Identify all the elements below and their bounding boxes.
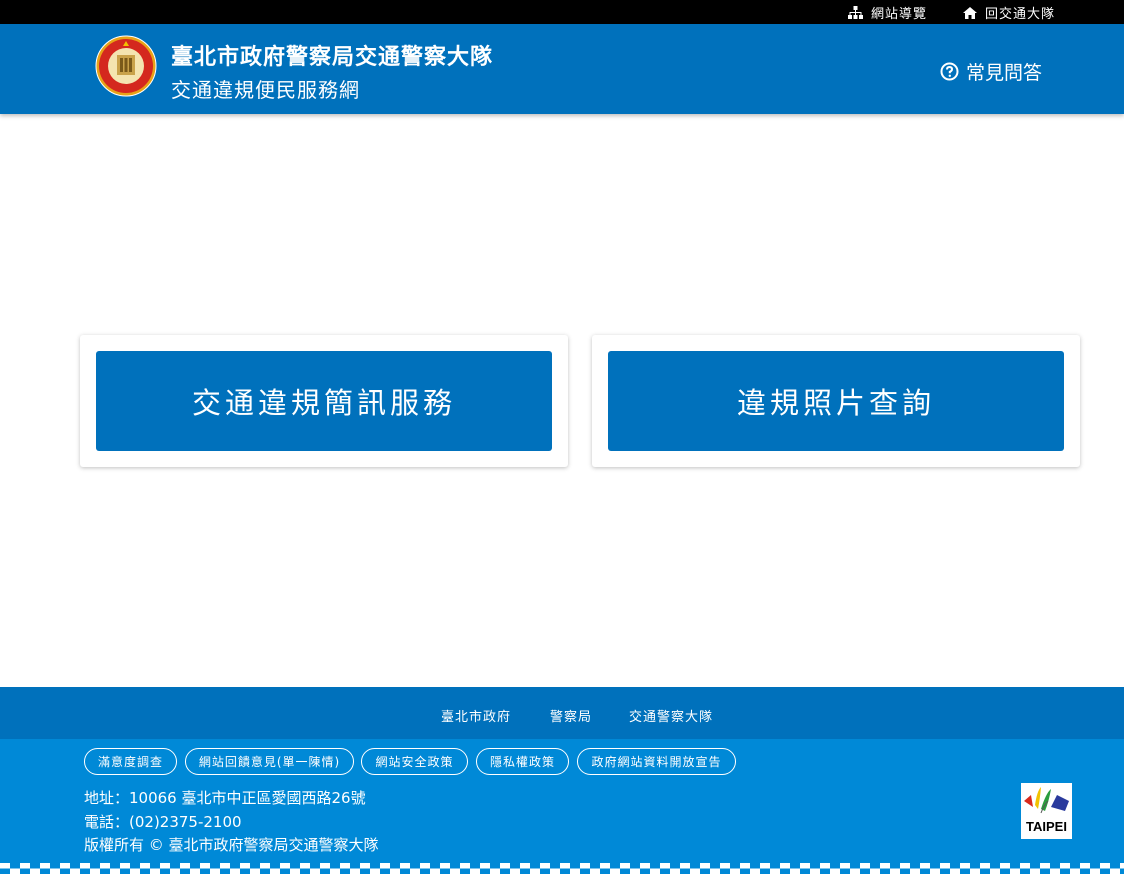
taipei-logo-text: TAIPEI bbox=[1026, 819, 1067, 834]
taipei-logo-graphic: TAIPEI bbox=[1024, 787, 1069, 834]
footer-main: 滿意度調查 網站回饋意見(單一陳情) 網站安全政策 隱私權政策 政府網站資料開放… bbox=[0, 739, 1124, 874]
question-circle-icon bbox=[940, 62, 959, 81]
footer-copyright: 版權所有 © 臺北市政府警察局交通警察大隊 bbox=[84, 836, 379, 854]
pill-satisfaction-survey[interactable]: 滿意度調查 bbox=[84, 748, 177, 775]
pill-open-data[interactable]: 政府網站資料開放宣告 bbox=[577, 748, 736, 775]
police-badge-logo[interactable] bbox=[95, 35, 157, 97]
site-header: 臺北市政府警察局交通警察大隊 交通違規便民服務網 常見問答 bbox=[0, 24, 1124, 114]
pill-feedback[interactable]: 網站回饋意見(單一陳情) bbox=[185, 748, 354, 775]
sitemap-icon bbox=[848, 6, 863, 19]
site-title: 臺北市政府警察局交通警察大隊 bbox=[171, 45, 494, 70]
footer-link-police-dept[interactable]: 警察局 bbox=[550, 706, 592, 725]
taipei-logo[interactable]: TAIPEI bbox=[1021, 783, 1072, 839]
sms-service-card: 交通違規簡訊服務 bbox=[80, 335, 568, 467]
home-label: 回交通大隊 bbox=[985, 7, 1056, 22]
footer-address: 地址：10066 臺北市中正區愛國西路26號 bbox=[84, 789, 366, 807]
faq-link[interactable]: 常見問答 bbox=[940, 58, 1042, 85]
footer-link-taipei-city[interactable]: 臺北市政府 bbox=[441, 706, 511, 725]
site-subtitle: 交通違規便民服務網 bbox=[171, 78, 360, 102]
footer-link-traffic-division[interactable]: 交通警察大隊 bbox=[629, 706, 713, 725]
pill-privacy-policy[interactable]: 隱私權政策 bbox=[476, 748, 569, 775]
faq-label: 常見問答 bbox=[966, 62, 1043, 84]
checkered-border bbox=[0, 863, 1124, 874]
photo-query-card: 違規照片查詢 bbox=[592, 335, 1080, 467]
home-icon bbox=[963, 6, 977, 19]
home-link[interactable]: 回交通大隊 bbox=[963, 3, 1055, 22]
sitemap-label: 網站導覽 bbox=[871, 7, 928, 22]
photo-query-button[interactable]: 違規照片查詢 bbox=[608, 351, 1064, 451]
sms-service-button[interactable]: 交通違規簡訊服務 bbox=[96, 351, 552, 451]
footer-nav: 臺北市政府 警察局 交通警察大隊 bbox=[0, 687, 1124, 739]
footer-phone: 電話：(02)2375-2100 bbox=[84, 813, 242, 831]
pill-security-policy[interactable]: 網站安全政策 bbox=[361, 748, 468, 775]
top-utility-bar: 網站導覽 回交通大隊 bbox=[0, 0, 1124, 24]
sitemap-link[interactable]: 網站導覽 bbox=[848, 3, 927, 22]
